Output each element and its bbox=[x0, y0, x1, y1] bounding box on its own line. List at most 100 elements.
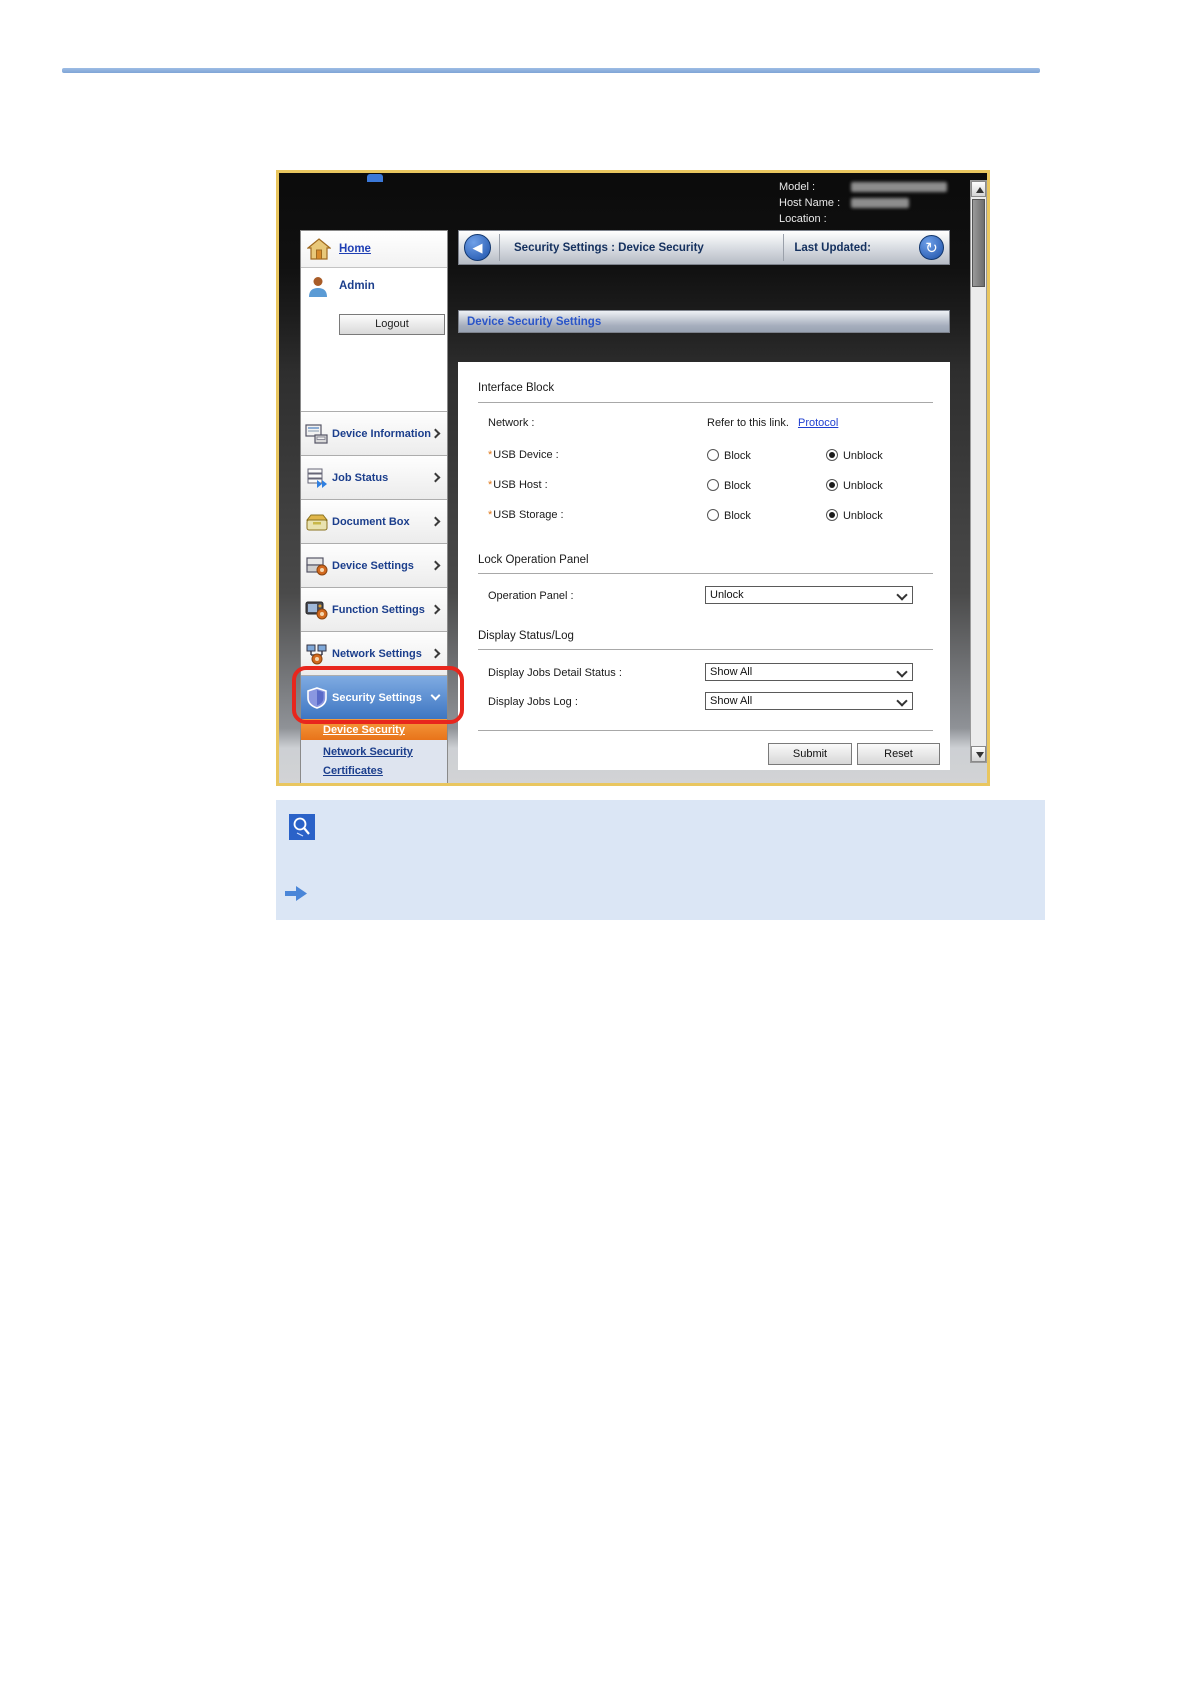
network-label: Network : bbox=[488, 417, 535, 429]
sidebar-menu: Device Information Job Status Document B… bbox=[301, 411, 447, 719]
hostname-value-redacted bbox=[851, 198, 909, 208]
home-icon bbox=[307, 238, 331, 260]
content-toolbar: ◀ Security Settings : Device Security La… bbox=[458, 230, 950, 265]
scroll-down-icon bbox=[976, 752, 984, 758]
menu-item-label: Device Settings bbox=[332, 559, 414, 572]
required-mark: * bbox=[488, 509, 493, 521]
home-link-label: Home bbox=[339, 243, 371, 255]
refresh-icon: ↻ bbox=[925, 239, 938, 257]
back-button[interactable]: ◀ bbox=[464, 234, 491, 261]
required-mark: * bbox=[488, 479, 493, 491]
operation-panel-label: Operation Panel : bbox=[488, 590, 574, 602]
sidebar-item-device-settings[interactable]: Device Settings bbox=[301, 543, 447, 587]
submit-button[interactable]: Submit bbox=[768, 743, 852, 765]
usb-storage-unblock-radio[interactable] bbox=[825, 509, 838, 521]
footer-rule bbox=[478, 730, 933, 731]
sidebar-item-home[interactable]: Home bbox=[301, 231, 447, 268]
usb-device-block-radio[interactable] bbox=[707, 449, 719, 461]
reference-arrow-icon bbox=[285, 886, 307, 901]
operation-panel-select[interactable]: Unlock bbox=[705, 586, 913, 604]
scroll-down-button[interactable] bbox=[971, 746, 986, 762]
function-settings-icon bbox=[305, 601, 328, 619]
section-title-interface-block: Interface Block bbox=[478, 382, 555, 394]
display-jobs-detail-status-label: Display Jobs Detail Status : bbox=[488, 667, 622, 679]
scroll-up-button[interactable] bbox=[971, 181, 986, 197]
usb-storage-label: *USB Storage : bbox=[488, 509, 564, 521]
usb-host-label: *USB Host : bbox=[488, 479, 548, 491]
last-updated-label: Last Updated: bbox=[794, 241, 871, 254]
menu-item-label: Security Settings bbox=[332, 691, 422, 704]
logout-button[interactable]: Logout bbox=[339, 314, 445, 335]
menu-item-label: Network Settings bbox=[332, 647, 422, 660]
scroll-up-icon bbox=[976, 187, 984, 193]
reset-button[interactable]: Reset bbox=[857, 743, 940, 765]
section-rule bbox=[478, 649, 933, 650]
job-status-icon bbox=[307, 468, 327, 488]
section-title-lock-operation-panel: Lock Operation Panel bbox=[478, 554, 589, 566]
section-rule bbox=[478, 573, 933, 574]
note-icon bbox=[289, 814, 315, 840]
note-box bbox=[276, 800, 1045, 920]
embedded-webui-screenshot: Model : Host Name : Location : Home Admi… bbox=[276, 170, 990, 786]
display-jobs-log-label: Display Jobs Log : bbox=[488, 696, 578, 708]
hostname-label: Host Name : bbox=[779, 197, 841, 209]
usb-host-unblock-radio[interactable] bbox=[825, 479, 838, 491]
sidebar-admin: Admin bbox=[301, 269, 447, 303]
network-value: Refer to this link. Protocol bbox=[707, 417, 838, 429]
vertical-scrollbar[interactable] bbox=[970, 180, 987, 763]
menu-item-label: Job Status bbox=[332, 471, 389, 484]
usb-storage-block-radio[interactable] bbox=[707, 509, 719, 521]
display-jobs-log-select[interactable]: Show All bbox=[705, 692, 913, 710]
display-jobs-detail-status-select[interactable]: Show All bbox=[705, 663, 913, 681]
location-label: Location : bbox=[779, 213, 827, 225]
model-value-redacted bbox=[851, 182, 947, 192]
scrollbar-thumb[interactable] bbox=[972, 199, 985, 287]
page-title: Security Settings : Device Security bbox=[514, 241, 704, 254]
unblock-option-label: Unblock bbox=[842, 510, 883, 522]
submenu-item-certificates[interactable]: Certificates bbox=[301, 761, 447, 780]
required-mark: * bbox=[488, 449, 493, 461]
unblock-option-label: Unblock bbox=[842, 480, 883, 492]
device-info-block: Model : Host Name : Location : bbox=[779, 179, 979, 227]
usb-device-label: *USB Device : bbox=[488, 449, 559, 461]
chevron-right-icon bbox=[430, 428, 441, 439]
sidebar: Home Admin Logout Device Information Job… bbox=[300, 230, 448, 783]
toolbar-divider bbox=[499, 234, 500, 261]
section-title-display-status-log: Display Status/Log bbox=[478, 630, 574, 642]
protocol-link[interactable]: Protocol bbox=[798, 417, 838, 429]
browser-tab-fragment bbox=[367, 174, 383, 182]
chevron-right-icon bbox=[430, 648, 441, 659]
refresh-button[interactable]: ↻ bbox=[919, 235, 944, 260]
toolbar-divider bbox=[783, 234, 785, 261]
usb-device-options: Block Unblock bbox=[707, 449, 883, 462]
chevron-right-icon bbox=[430, 604, 441, 615]
sidebar-item-security-settings[interactable]: Security Settings bbox=[301, 675, 447, 719]
sidebar-item-job-status[interactable]: Job Status bbox=[301, 455, 447, 499]
content-header-title: Device Security Settings bbox=[467, 315, 602, 328]
device-settings-icon bbox=[306, 556, 328, 575]
unblock-option-label: Unblock bbox=[842, 450, 883, 462]
network-refer-text: Refer to this link. bbox=[707, 417, 789, 429]
sidebar-item-function-settings[interactable]: Function Settings bbox=[301, 587, 447, 631]
section-rule bbox=[478, 402, 933, 403]
admin-user-label: Admin bbox=[339, 280, 375, 292]
menu-item-label: Document Box bbox=[332, 515, 410, 528]
network-settings-icon bbox=[306, 644, 327, 664]
chevron-right-icon bbox=[430, 472, 441, 483]
menu-item-label: Device Information bbox=[332, 427, 432, 440]
sidebar-item-device-information[interactable]: Device Information bbox=[301, 411, 447, 455]
model-label: Model : bbox=[779, 181, 816, 193]
menu-item-label: Function Settings bbox=[332, 603, 425, 616]
submenu-item-device-security[interactable]: Device Security bbox=[301, 719, 447, 740]
manual-page: Model : Host Name : Location : Home Admi… bbox=[0, 0, 1190, 1684]
page-header-rule bbox=[62, 68, 1040, 73]
usb-storage-options: Block Unblock bbox=[707, 509, 883, 522]
sidebar-item-network-settings[interactable]: Network Settings bbox=[301, 631, 447, 675]
usb-device-unblock-radio[interactable] bbox=[825, 449, 838, 461]
sidebar-item-document-box[interactable]: Document Box bbox=[301, 499, 447, 543]
block-option-label: Block bbox=[724, 480, 751, 492]
submenu-item-network-security[interactable]: Network Security bbox=[301, 742, 447, 761]
usb-host-block-radio[interactable] bbox=[707, 479, 719, 491]
security-submenu: Device Security Network Security Certifi… bbox=[301, 719, 447, 783]
security-shield-icon bbox=[307, 686, 327, 709]
